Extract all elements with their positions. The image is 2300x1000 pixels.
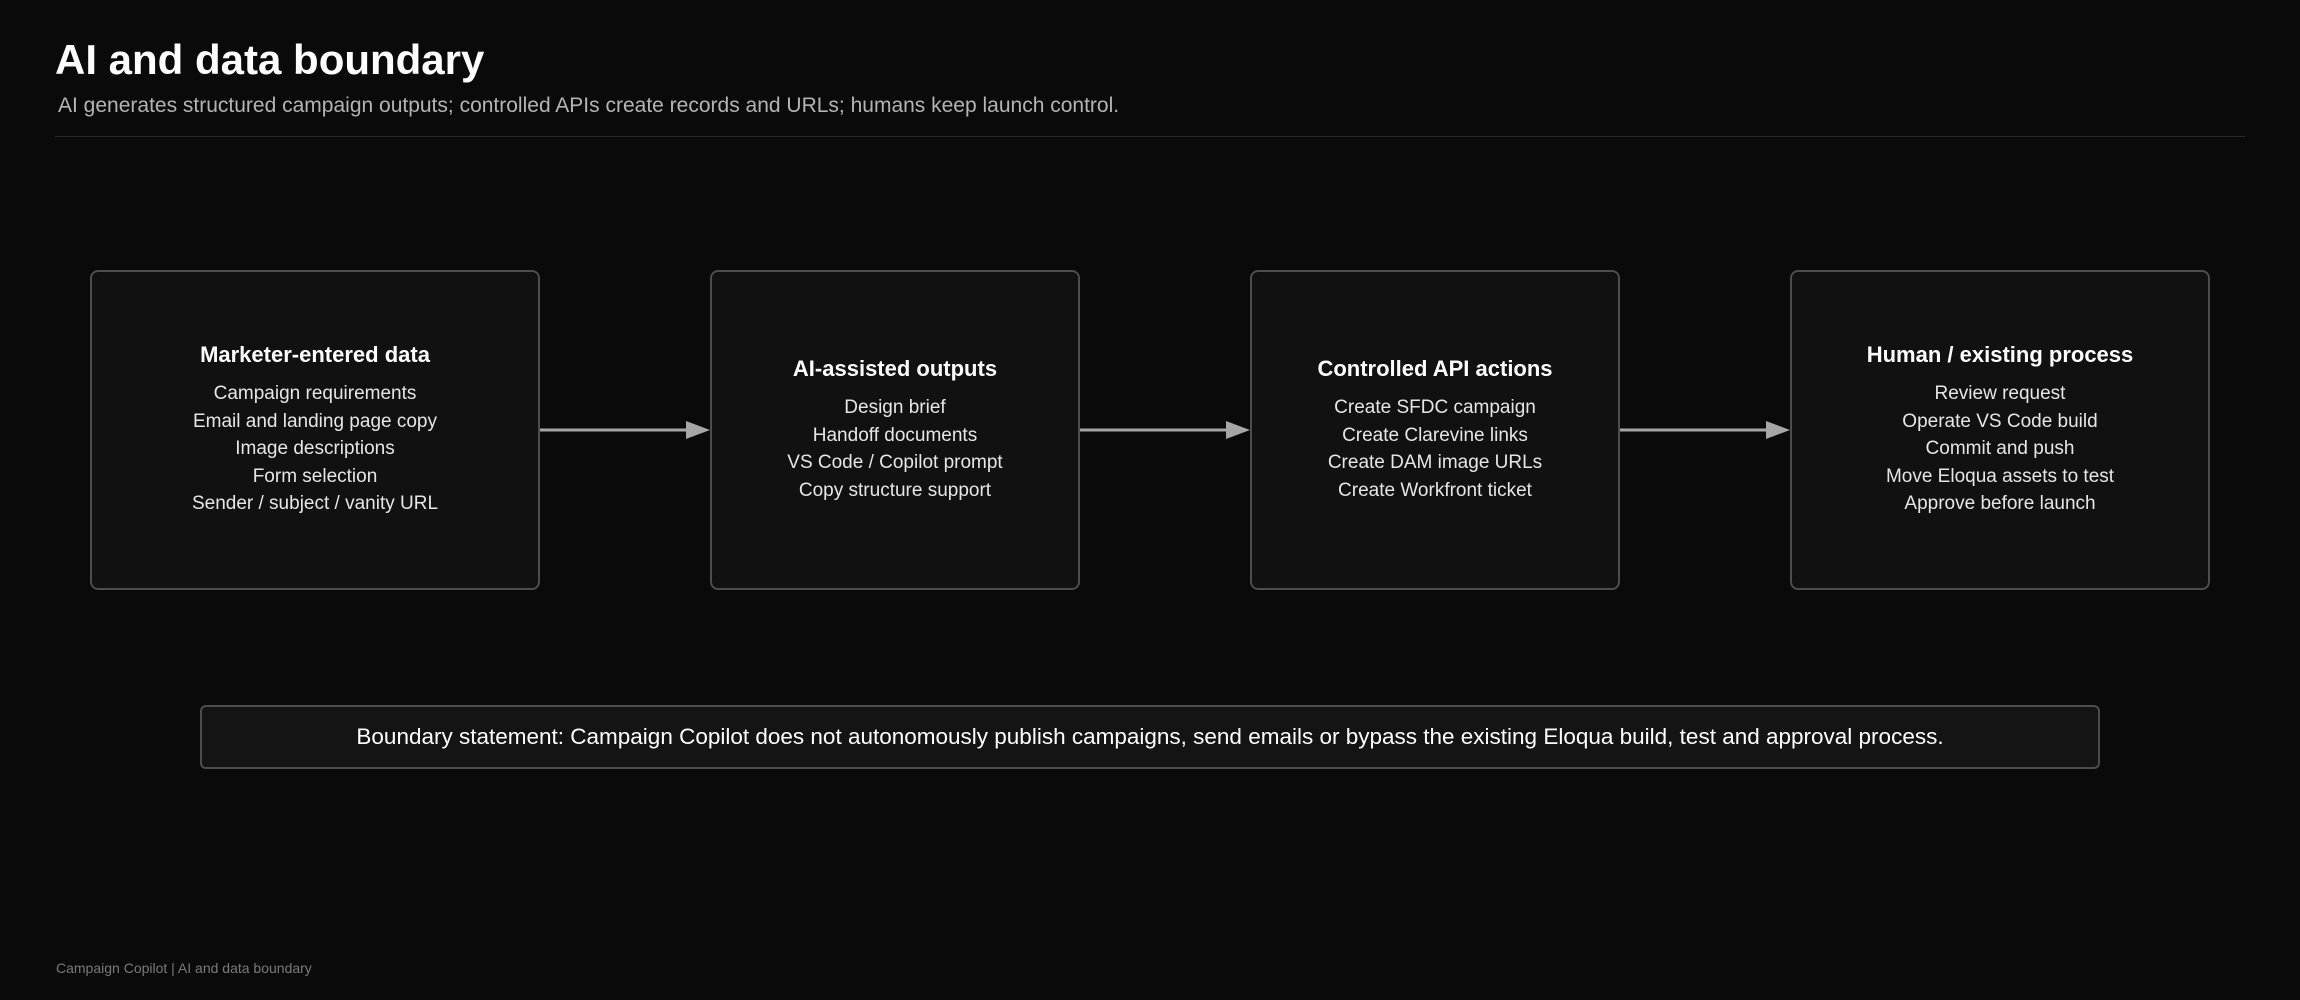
arrow-marketer-to-ai <box>540 421 710 439</box>
arrow-ai-to-api <box>1080 421 1250 439</box>
arrow-head <box>1226 421 1250 439</box>
arrow-api-to-human <box>1620 421 1790 439</box>
arrow-head <box>1766 421 1790 439</box>
footer-text: Campaign Copilot | AI and data boundary <box>56 960 312 976</box>
boundary-statement: Boundary statement: Campaign Copilot doe… <box>200 705 2100 769</box>
arrow-head <box>686 421 710 439</box>
flow-arrows <box>540 421 1790 439</box>
